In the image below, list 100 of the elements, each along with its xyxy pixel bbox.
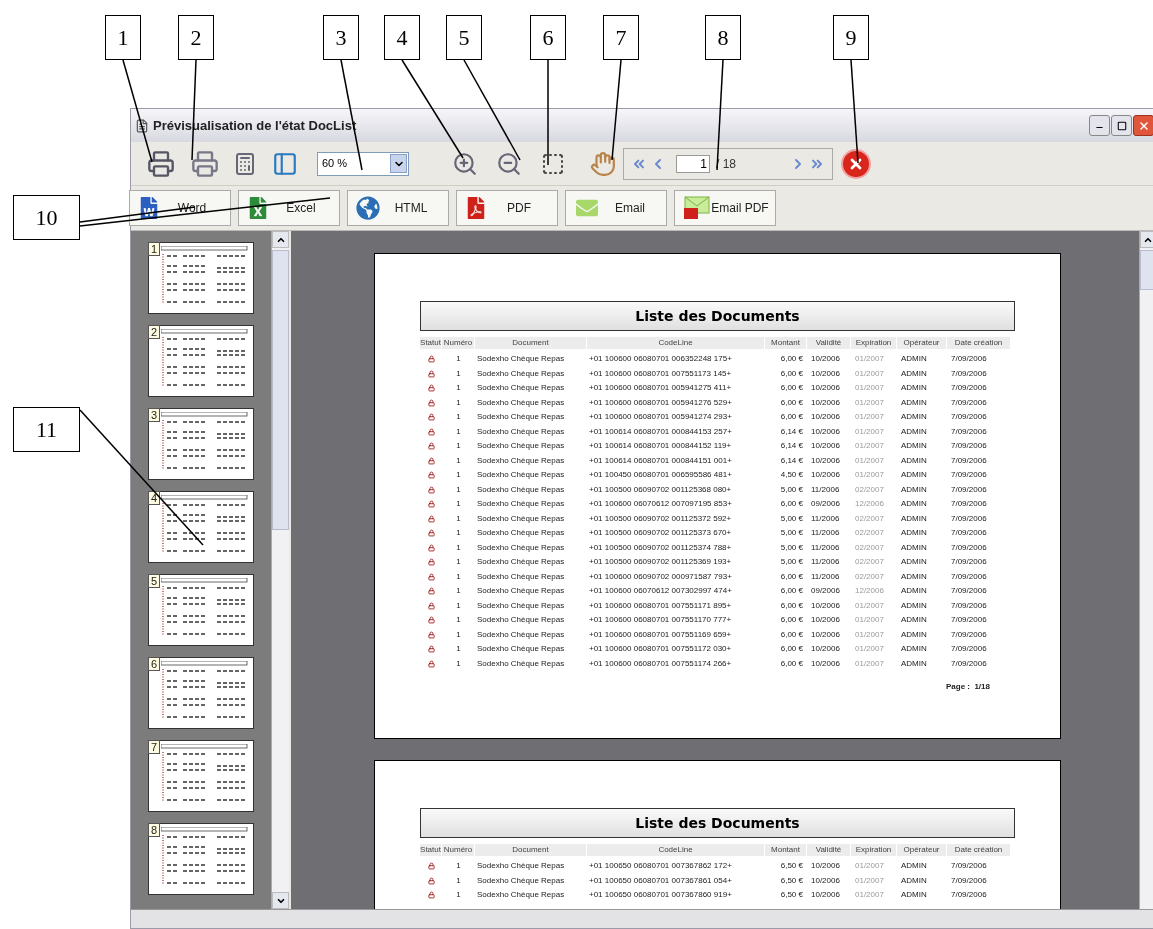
export-button[interactable]: Email [565,190,667,226]
column-header: Date création [947,844,1010,856]
table-cell-text: ADMIN [900,455,928,466]
report-title: Liste des Documents [420,808,1015,838]
table-cell-text: ADMIN [900,368,928,379]
close-button[interactable] [1133,115,1153,136]
padlock-icon [427,587,435,596]
zoom-dropdown[interactable]: 60 % [317,151,409,176]
zoom-out-icon [496,150,522,177]
table-cell-text: 1 [455,861,462,872]
table-cell-text: 01/2007 [854,658,885,669]
page-thumbnail[interactable]: 3 [148,408,254,480]
table-cell-text: +01 100600 06090702 000971587 793+ [588,571,733,582]
export-button[interactable]: Email PDF [674,190,776,226]
table-cell-text: Sodexho Chèque Repas [476,513,566,524]
table-cell-text: +01 100600 06080701 006352248 175+ [588,354,733,365]
close-preview-button[interactable] [841,148,871,179]
thumbnail-scrollbar[interactable] [271,231,289,909]
table-cell-text: 1 [455,499,462,510]
page-number-field[interactable]: 1 [676,154,710,173]
table-cell-text: 6,00 € [779,629,804,640]
table-cell-text: ADMIN [900,528,928,539]
table-cell-text: ADMIN [900,557,928,568]
table-cell-text: 01/2007 [854,615,885,626]
export-button[interactable]: HTML [347,190,449,226]
table-cell-text: 7/09/2006 [950,441,988,452]
table-cell-text: 10/2006 [810,644,841,655]
maximize-button[interactable] [1111,115,1132,136]
page-thumbnail[interactable]: 4 [148,491,254,563]
table-cell-text: +01 100600 06080701 007551174 266+ [588,658,733,669]
scroll-thumb[interactable] [272,250,289,530]
table-cell-text: 7/09/2006 [950,875,988,886]
table-cell-text: 1 [455,542,462,553]
table-cell-text: 10/2006 [810,861,841,872]
preview-scrollbar[interactable] [1139,231,1153,909]
table-cell-text: 1 [455,513,462,524]
envelope-icon [574,197,600,219]
padlock-icon [427,442,435,451]
padlock-icon [427,398,435,407]
table-cell-text: 6,00 € [779,383,804,394]
column-header: Montant [765,844,806,856]
table-cell-text: Sodexho Chèque Repas [476,875,566,886]
callout-number: 5 [446,15,482,60]
column-header: CodeLine [587,844,764,856]
table-cell-text: 10/2006 [810,629,841,640]
table-cell-text: ADMIN [900,412,928,423]
table-cell-text: 1 [455,412,462,423]
scroll-thumb[interactable] [1140,250,1153,290]
table-cell-text: 6,14 € [779,426,804,437]
table-cell-text: ADMIN [900,426,928,437]
table-cell-text: 7/09/2006 [950,484,988,495]
table-cell-text: 1 [455,629,462,640]
table-cell-text: 02/2007 [854,528,885,539]
page-thumbnail[interactable]: 6 [148,657,254,729]
column-header: Expiration [851,844,896,856]
padlock-icon [427,384,435,393]
table-cell-text: 6,00 € [779,397,804,408]
page-thumbnail[interactable]: 1 [148,242,254,314]
table-cell-text: 1 [455,658,462,669]
table-cell-text: 10/2006 [810,470,841,481]
table-cell-text: Sodexho Chèque Repas [476,557,566,568]
table-cell-text: Sodexho Chèque Repas [476,629,566,640]
page-thumbnail[interactable]: 8 [148,823,254,895]
table-cell-text: +01 100500 06090702 001125368 080+ [588,484,733,495]
export-button[interactable]: PDF [456,190,558,226]
table-cell-text: 7/09/2006 [950,600,988,611]
table-cell-text: Sodexho Chèque Repas [476,412,566,423]
table-cell-text: +01 100614 06080701 000844152 119+ [588,441,733,452]
table-cell-text: 01/2007 [854,383,885,394]
table-cell-text: 6,14 € [779,455,804,466]
table-cell-text: ADMIN [900,600,928,611]
page-thumbnail[interactable]: 7 [148,740,254,812]
export-button[interactable]: Excel [238,190,340,226]
table-cell-text: 10/2006 [810,441,841,452]
padlock-icon [427,427,435,436]
page-thumbnail[interactable]: 2 [148,325,254,397]
column-header: Montant [765,337,806,349]
table-cell-text: 5,00 € [779,557,804,568]
table-cell-text: Sodexho Chèque Repas [476,658,566,669]
table-cell-text: 11/2006 [810,571,841,582]
table-cell-text: 02/2007 [854,513,885,524]
table-cell-text: 01/2007 [854,354,885,365]
table-cell-text: 7/09/2006 [950,861,988,872]
table-cell-text: 01/2007 [854,412,885,423]
table-cell-text: 6,14 € [779,441,804,452]
table-cell-text: ADMIN [900,658,928,669]
table-cell-text: 01/2007 [854,600,885,611]
column-header: Validité [807,337,850,349]
table-cell-text: 1 [455,890,462,901]
table-cell-text: 7/09/2006 [950,470,988,481]
table-cell-text: 7/09/2006 [950,890,988,901]
table-cell-text: 12/2006 [854,499,885,510]
table-cell-text: Sodexho Chèque Repas [476,354,566,365]
page-thumbnail[interactable]: 5 [148,574,254,646]
table-cell-text: 7/09/2006 [950,542,988,553]
table-cell-text: 6,00 € [779,644,804,655]
page-number: Page : 1/18 [945,681,990,693]
table-cell-text: 01/2007 [854,397,885,408]
table-cell-text: 10/2006 [810,875,841,886]
table-cell-text: +01 100600 06070612 007302997 474+ [588,586,733,597]
